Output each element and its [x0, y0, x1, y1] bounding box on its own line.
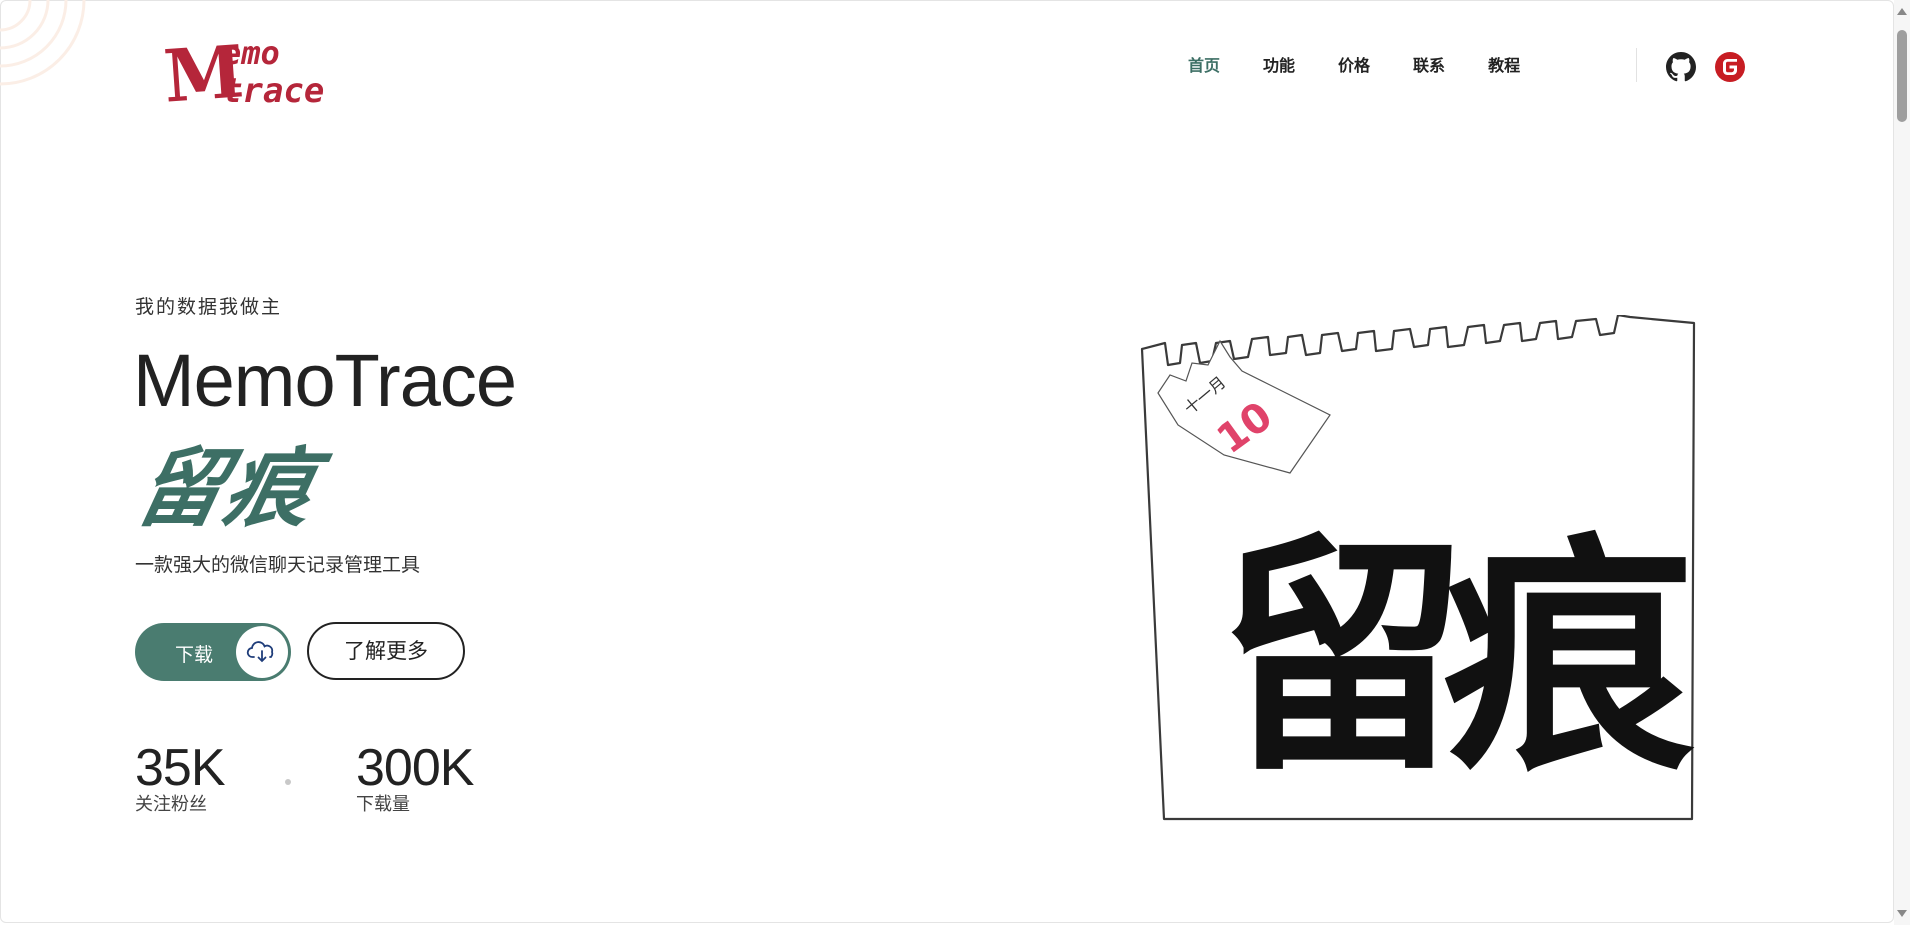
hero-tagline: 我的数据我做主 — [135, 296, 283, 318]
nav-contact[interactable]: 联系 — [1413, 52, 1445, 76]
github-icon[interactable] — [1666, 52, 1696, 82]
stat-downloads-label: 下载量 — [356, 794, 410, 815]
illustration-big-text: 留痕 — [1218, 513, 1695, 804]
stat-separator — [285, 779, 291, 785]
learn-more-button[interactable]: 了解更多 — [307, 622, 465, 680]
nav-home[interactable]: 首页 — [1188, 52, 1220, 76]
hero-illustration: 十一月 10 留痕 — [1140, 315, 1710, 821]
download-label: 下载 — [175, 644, 214, 666]
hero-title-cn: 留痕 — [127, 439, 325, 539]
cloud-download-icon — [236, 626, 288, 678]
memotrace-logo[interactable]: M emo trace — [160, 30, 360, 110]
logo-top: emo — [222, 34, 280, 72]
gitee-icon[interactable] — [1715, 52, 1745, 82]
main-nav: 首页 功能 价格 联系 教程 — [1188, 52, 1563, 76]
logo-bottom: trace — [222, 71, 324, 110]
scrollbar-thumb[interactable] — [1897, 30, 1907, 122]
nav-features[interactable]: 功能 — [1263, 52, 1295, 76]
stat-followers-label: 关注粉丝 — [135, 794, 207, 815]
scrollbar[interactable] — [1894, 0, 1910, 925]
scroll-down-arrow-icon[interactable] — [1897, 910, 1907, 917]
scroll-up-arrow-icon[interactable] — [1897, 8, 1907, 15]
download-button[interactable]: 下载 — [135, 623, 291, 681]
header-divider — [1636, 48, 1637, 82]
hero-description: 一款强大的微信聊天记录管理工具 — [135, 554, 421, 576]
nav-pricing[interactable]: 价格 — [1338, 52, 1370, 76]
hero-title: MemoTrace — [133, 339, 517, 422]
stat-followers-value: 35K — [135, 739, 226, 797]
corner-decoration — [0, 0, 86, 86]
stat-downloads-value: 300K — [356, 739, 474, 797]
nav-tutorial[interactable]: 教程 — [1488, 52, 1520, 76]
